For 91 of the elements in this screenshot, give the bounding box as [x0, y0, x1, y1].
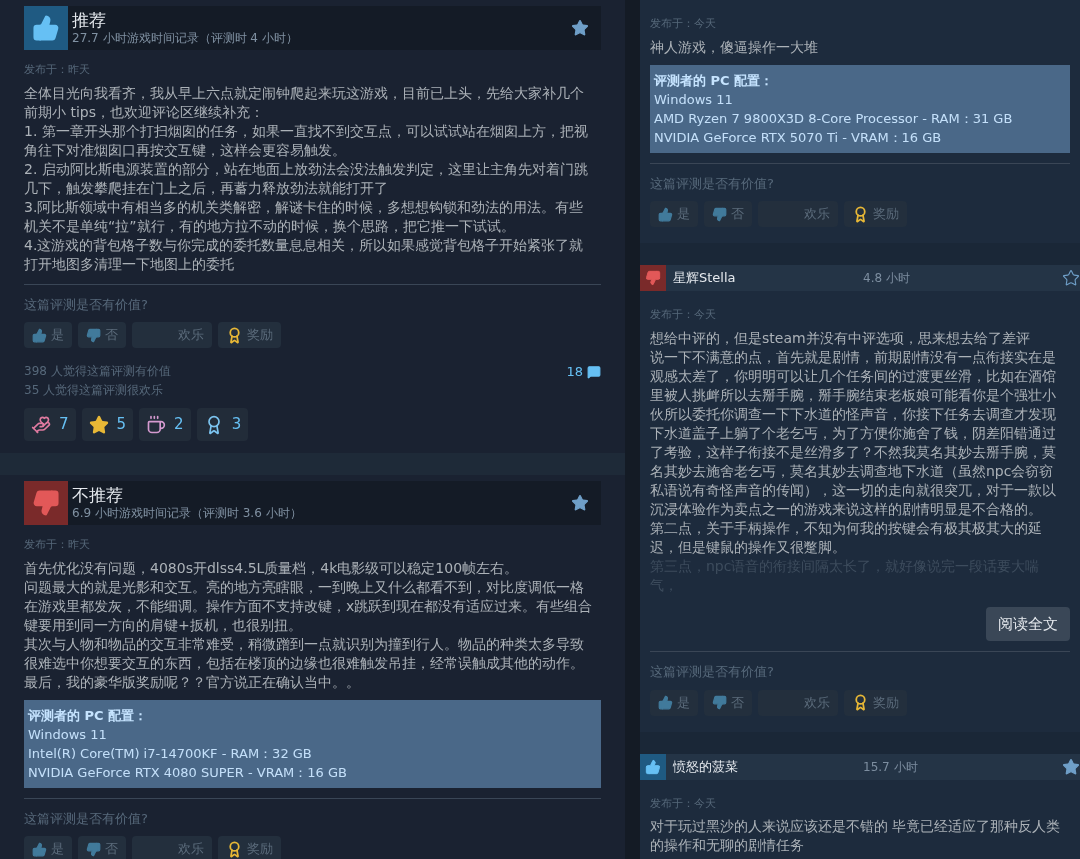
review-text: 3.阿比斯领域中有相当多的机关类解密，解谜卡住的时候，多想想钩锁和劲法的用法。有些机关不是单纯“拉”就行，有的地方拉不动的时候，换个思路，把它推一下试试。 [24, 197, 585, 236]
vote-button[interactable]: 是 [24, 322, 72, 348]
vote-button[interactable]: 奖励 [218, 836, 281, 859]
cup-icon [146, 414, 167, 435]
vote-button[interactable]: 奖励 [844, 689, 907, 716]
vote-button[interactable]: 是 [24, 836, 72, 859]
review-text: 想给中评的，但是steam并没有中评选项，思来想去给了差评 [650, 328, 1031, 348]
award-count: 5 [116, 414, 127, 436]
vote-button[interactable]: 欢乐 [132, 836, 212, 859]
vote-button[interactable]: 欢乐 [132, 322, 212, 348]
playtime-text: 27.7 小时游戏时间记录（评测时 4 小时） [72, 31, 299, 47]
review-text: 其次与人物和物品的交互非常难受，稍微蹭到一点就识别为撞到行人。物品的种类太多导致很难选中你想要交互的东西，包括在楼顶的边缘也很难触发吊挂，经常误触成其他的动作。 [24, 634, 585, 673]
review-text: 问题最大的就是光影和交互。亮的地方亮瞎眼，一到晚上又什么都看不到，对比度调低一格在游戏里都发灰，不能细调。操作方面不支持改键，x跳跃到现在都没有适应过来。有些组合键要用到同一方向的肩键+扳机，也很别扭。 [24, 577, 593, 635]
comment-icon [587, 364, 601, 379]
review-text: 全体目光向我看齐，我从早上六点就定闹钟爬起来玩这游戏，目前已上头，先给大家补几个前期小 tips，也欢迎评论区继续补充： [24, 83, 585, 122]
review-text: 4.这游戏的背包格子数与你完成的委托数量息息相关，所以如果感觉背包格子开始紧张了就打开地图多清理一下地图上的委托 [24, 235, 585, 274]
reviewer-name[interactable]: 星辉Stella [673, 268, 863, 288]
thumbs-up-icon [32, 327, 47, 343]
thumbs-up-icon [658, 206, 673, 222]
comment-count-link[interactable]: 18 [566, 362, 601, 381]
star-icon[interactable] [1062, 757, 1080, 776]
award-icon [852, 205, 869, 223]
award-chip[interactable]: 3 [196, 408, 249, 441]
thumbs-down-icon [86, 841, 101, 857]
review-text: 神人游戏，傻逼操作一大堆 [650, 37, 819, 57]
review-text: 说一下不满意的点，首先就是剧情，前期剧情没有一点衔接实在是观感太差了，你明明可以让几个任务间的过渡更丝滑，比如在酒馆里被人挑衅所以去掰手腕，掰手腕结束老板娘可能看你是个强壮小伙所以委托你调查一下下水道的怪声音，你接下任务去调查才发现下水道盖子上躺了个老乞丐，为了方便你施舍了钱，阴差阳错通过了考验，这样子衔接不是丝滑多了？不然我莫名其妙去掰手腕，莫名其妙去施舍老乞丐，莫名其妙去调查地下水道（虽然npc会窃窃私语说有奇怪声音的传闻），这一切的走向就很突兀，对于一款以沉浸体验作为卖点之一的游戏来说这样的剧情明显是不合格的。 [650, 347, 1057, 519]
award-chip[interactable]: 5 [81, 408, 134, 441]
star-icon[interactable] [1062, 269, 1080, 287]
vote-button[interactable]: 奖励 [218, 322, 281, 348]
helpful-prompt: 这篇评测是否有价值? [650, 663, 775, 681]
specs-heading: 评测者的 PC 配置： [654, 71, 775, 90]
posted-date: 发布于：昨天 [24, 62, 91, 78]
vote-button[interactable]: 否 [78, 322, 126, 348]
award-count: 3 [231, 414, 242, 436]
thumbs-down-icon [645, 270, 661, 286]
playtime-text: 6.9 小时游戏时间记录（评测时 3.6 小时） [72, 506, 303, 522]
star-icon[interactable] [571, 494, 589, 512]
posted-date: 发布于：今天 [650, 16, 717, 32]
posted-date: 发布于：昨天 [24, 537, 91, 553]
review-text: 2. 启动阿比斯电源装置的部分，站在地面上放劲法会没法触发判定，这里让主角先对着门跳几下，触发攀爬挂在门上之后，再蓄力释放劲法就能打开了 [24, 159, 589, 198]
review-verdict: 不推荐 [72, 484, 124, 507]
vote-button[interactable]: 否 [704, 689, 752, 716]
playtime-text: 4.8 小时 [863, 270, 911, 287]
review-text: 1. 第一章开头那个打扫烟囱的任务，如果一直找不到交互点，可以试试站在烟囱上方，把视角往下对准烟囱口再按交互键，这样会更容易触发。 [24, 121, 589, 160]
review-text: 最后，我的豪华版奖励呢？？官方说正在确认当中。。 [24, 672, 361, 692]
specs-line: NVIDIA GeForce RTX 4080 SUPER - VRAM：16 GB [28, 763, 348, 782]
award-count: 2 [174, 414, 184, 436]
vote-button[interactable]: 欢乐 [758, 689, 838, 716]
award-chip[interactable]: 2 [139, 408, 191, 441]
helpful-prompt: 这篇评测是否有价值? [24, 809, 149, 828]
review-verdict: 推荐 [72, 9, 107, 32]
posted-date: 发布于：今天 [650, 795, 717, 812]
helpful-prompt: 这篇评测是否有价值? [24, 295, 149, 314]
specs-line: Intel(R) Core(TM) i7-14700KF - RAM：32 GB [28, 744, 313, 763]
heart-hands-icon [31, 414, 51, 435]
award-icon [226, 840, 243, 858]
vote-button[interactable]: 奖励 [844, 201, 907, 227]
award-count: 7 [59, 414, 69, 436]
thumbs-up-icon [658, 695, 673, 710]
award-icon [852, 694, 869, 711]
helpful-prompt: 这篇评测是否有价值? [650, 174, 775, 193]
thumbs-down-icon [32, 489, 60, 517]
award-icon [226, 326, 243, 344]
specs-line: NVIDIA GeForce RTX 5070 Ti - VRAM：16 GB [654, 128, 943, 147]
review-text: 对于玩过黑沙的人来说应该还是不错的 毕竟已经适应了那种反人类的操作和无聊的剧情任务 [650, 817, 1062, 855]
thumbs-up-icon [32, 14, 60, 42]
vote-button[interactable]: 否 [704, 201, 752, 227]
review-text: 第二点，关于手柄操作，不知为何我的按键会有极其极其大的延迟，但是键鼠的操作又很蹩脚。 [650, 518, 1043, 557]
award-chip[interactable]: 7 [24, 408, 76, 441]
specs-line: Windows 11 [654, 90, 734, 109]
vote-button[interactable]: 是 [650, 689, 698, 716]
specs-heading: 评测者的 PC 配置： [28, 706, 149, 725]
vote-button[interactable]: 欢乐 [758, 201, 838, 227]
playtime-text: 15.7 小时 [863, 758, 919, 776]
vote-button[interactable]: 否 [78, 836, 126, 859]
thumbs-down-icon [712, 695, 727, 710]
star-badge-icon [88, 414, 109, 435]
reviewer-name[interactable]: 愤怒的菠菜 [673, 756, 863, 777]
specs-line: Windows 11 [28, 725, 108, 744]
thumbs-up-icon [645, 758, 661, 775]
specs-line: AMD Ryzen 7 9800X3D 8-Core Processor - RAM：31 GB [654, 109, 1014, 128]
posted-date: 发布于：今天 [650, 307, 717, 323]
vote-button[interactable]: 是 [650, 201, 698, 227]
helpful-count: 35 人觉得这篇评测很欢乐 [24, 382, 165, 399]
thumbs-down-icon [712, 206, 727, 222]
star-icon[interactable] [571, 19, 589, 37]
helpful-count: 398 人觉得这篇评测有价值 [24, 363, 171, 380]
thumbs-up-icon [32, 841, 47, 857]
thumbs-down-icon [86, 327, 101, 343]
review-text: 首先优化没有问题，4080s开dlss4.5L质量档，4k电影级可以稳定100帧左右。 [24, 558, 520, 578]
read-more-button[interactable]: 阅读全文 [986, 606, 1070, 641]
